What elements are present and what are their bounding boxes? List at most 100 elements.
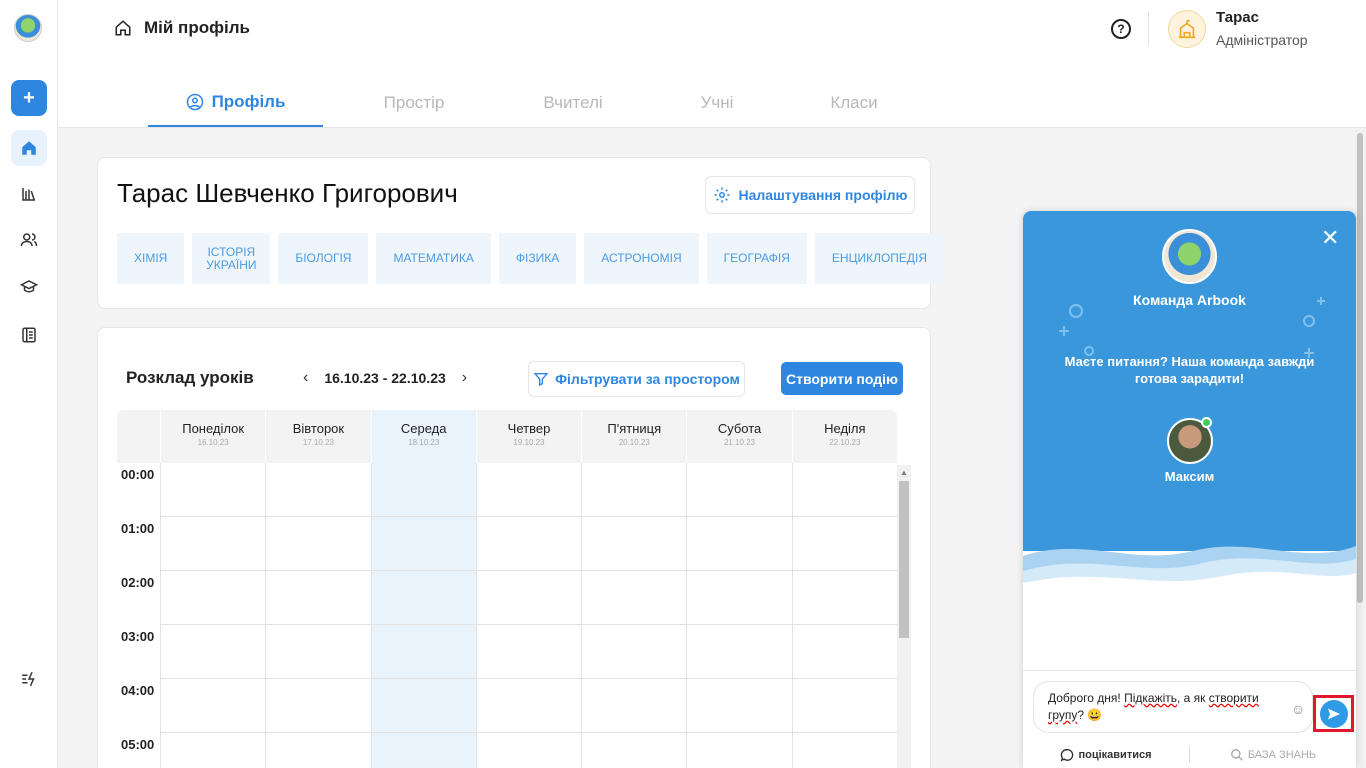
arbook-logo[interactable] — [14, 14, 42, 42]
knowledge-base-tab[interactable]: БАЗА ЗНАНЬ — [1190, 748, 1356, 762]
time-slot-cell[interactable] — [370, 463, 476, 517]
time-slot-cell[interactable] — [686, 571, 792, 625]
home-outline-icon[interactable] — [114, 19, 132, 37]
tab-classes[interactable]: Класи — [793, 78, 915, 127]
home-icon[interactable] — [11, 130, 47, 166]
time-slot-cell[interactable] — [160, 517, 266, 571]
time-slot-cell[interactable] — [475, 517, 582, 571]
time-slot-cell[interactable] — [581, 679, 687, 733]
subject-chip[interactable]: БІОЛОГІЯ — [278, 233, 369, 284]
subject-chip[interactable]: ЕНЦИКЛОПЕДІЯ — [814, 233, 945, 284]
tab-teachers[interactable]: Вчителі — [505, 78, 641, 127]
tab-space[interactable]: Простір — [323, 78, 505, 127]
quick-actions-icon[interactable] — [11, 661, 47, 697]
users-icon[interactable] — [11, 222, 47, 258]
time-slot-cell[interactable] — [581, 625, 687, 679]
user-role: Адміністратор — [1216, 32, 1308, 48]
tab-students[interactable]: Учні — [641, 78, 793, 127]
time-slot-cell[interactable] — [370, 517, 476, 571]
time-slot-cell[interactable] — [160, 571, 266, 625]
time-slot-cell[interactable] — [370, 733, 476, 768]
user-avatar[interactable] — [1168, 10, 1206, 48]
subject-chip[interactable]: ІСТОРІЯ УКРАЇНИ — [192, 233, 271, 284]
send-icon[interactable] — [1319, 699, 1348, 728]
add-button[interactable]: + — [11, 80, 47, 116]
time-slot-cell[interactable] — [370, 571, 476, 625]
help-icon[interactable]: ? — [1111, 19, 1131, 39]
time-row: 04:00 — [117, 679, 897, 733]
profile-name: Тарас Шевченко Григорович — [117, 178, 458, 208]
close-icon[interactable]: ✕ — [1321, 225, 1339, 251]
time-slot-cell[interactable] — [265, 463, 371, 517]
subject-chip[interactable]: ХІМІЯ — [117, 233, 185, 284]
time-row: 01:00 — [117, 517, 897, 571]
time-slot-cell[interactable] — [791, 463, 897, 517]
schedule-scrollbar[interactable]: ▲ — [897, 465, 911, 768]
time-slot-cell[interactable] — [686, 625, 792, 679]
time-slot-cell[interactable] — [686, 679, 792, 733]
send-button[interactable] — [1313, 695, 1354, 732]
time-slot-cell[interactable] — [581, 571, 687, 625]
subject-chip[interactable]: ГЕОГРАФІЯ — [706, 233, 807, 284]
user-name[interactable]: Тарас — [1216, 9, 1259, 26]
time-slot-cell[interactable] — [265, 733, 370, 768]
scroll-thumb[interactable] — [899, 481, 909, 638]
time-slot-cell[interactable] — [475, 733, 581, 768]
page-scrollbar[interactable] — [1355, 130, 1365, 768]
library-icon[interactable] — [11, 176, 47, 212]
time-slot-cell[interactable] — [265, 625, 371, 679]
profile-tabs: Профіль Простір Вчителі Учні Класи — [148, 78, 915, 127]
time-slot-cell[interactable] — [265, 571, 371, 625]
subject-chips: ХІМІЯ ІСТОРІЯ УКРАЇНИ БІОЛОГІЯ МАТЕМАТИК… — [117, 233, 945, 284]
time-row: 00:00 — [117, 463, 897, 517]
time-slot-cell[interactable] — [265, 679, 371, 733]
time-slot-cell[interactable] — [791, 571, 897, 625]
filter-by-space-button[interactable]: Фільтрувати за простором — [528, 361, 745, 397]
chat-message-input[interactable]: Доброго дня! Підкажіть, а як створити гр… — [1033, 681, 1313, 733]
subject-chip[interactable]: АСТРОНОМІЯ — [584, 233, 699, 284]
time-slot-cell[interactable] — [686, 733, 791, 768]
time-slot-cell[interactable] — [581, 517, 687, 571]
scroll-up-arrow[interactable]: ▲ — [900, 468, 908, 477]
day-header: Субота 21.10.23 — [686, 410, 791, 463]
time-slot-cell[interactable] — [160, 733, 265, 768]
time-slot-cell[interactable] — [265, 517, 371, 571]
user-circle-icon — [186, 93, 203, 110]
time-slot-cell[interactable] — [370, 625, 476, 679]
time-slot-cell[interactable] — [475, 625, 582, 679]
emoji-icon[interactable]: ☺ — [1291, 701, 1305, 717]
time-slot-cell[interactable] — [791, 625, 897, 679]
subject-chip[interactable]: ФІЗИКА — [498, 233, 577, 284]
day-header-today: Середа 18.10.23 — [370, 410, 476, 463]
time-slot-cell[interactable] — [475, 571, 582, 625]
next-week-button[interactable]: › — [462, 369, 467, 387]
agent-name: Максим — [1164, 469, 1215, 484]
gear-icon — [714, 187, 730, 203]
time-slot-cell[interactable] — [370, 679, 476, 733]
time-slot-cell[interactable] — [160, 679, 266, 733]
time-row: 05:00 — [117, 733, 897, 768]
time-slot-cell[interactable] — [791, 679, 897, 733]
time-label: 03:00 — [121, 629, 155, 644]
create-event-button[interactable]: Створити подію — [781, 362, 903, 395]
chat-tab[interactable]: поцікавитися — [1023, 748, 1189, 762]
time-slot-cell[interactable] — [686, 463, 792, 517]
time-slot-cell[interactable] — [791, 733, 897, 768]
schedule-title: Розклад уроків — [126, 368, 254, 387]
time-slot-cell[interactable] — [581, 733, 686, 768]
journal-icon[interactable] — [11, 317, 47, 353]
time-slot-cell[interactable] — [160, 463, 266, 517]
subject-chip[interactable]: МАТЕМАТИКА — [376, 233, 491, 284]
profile-settings-button[interactable]: Налаштування профілю — [705, 176, 915, 214]
page-scroll-thumb[interactable] — [1357, 133, 1363, 603]
top-bar: Мій профіль ? Тарас Адміністратор Профіл… — [58, 0, 1366, 128]
time-slot-cell[interactable] — [581, 463, 687, 517]
time-slot-cell[interactable] — [475, 463, 582, 517]
time-slot-cell[interactable] — [791, 517, 897, 571]
graduation-cap-icon[interactable] — [11, 269, 47, 305]
time-slot-cell[interactable] — [686, 517, 792, 571]
time-slot-cell[interactable] — [475, 679, 582, 733]
tab-profile[interactable]: Профіль — [148, 78, 323, 127]
prev-week-button[interactable]: ‹ — [303, 369, 308, 387]
time-slot-cell[interactable] — [160, 625, 266, 679]
